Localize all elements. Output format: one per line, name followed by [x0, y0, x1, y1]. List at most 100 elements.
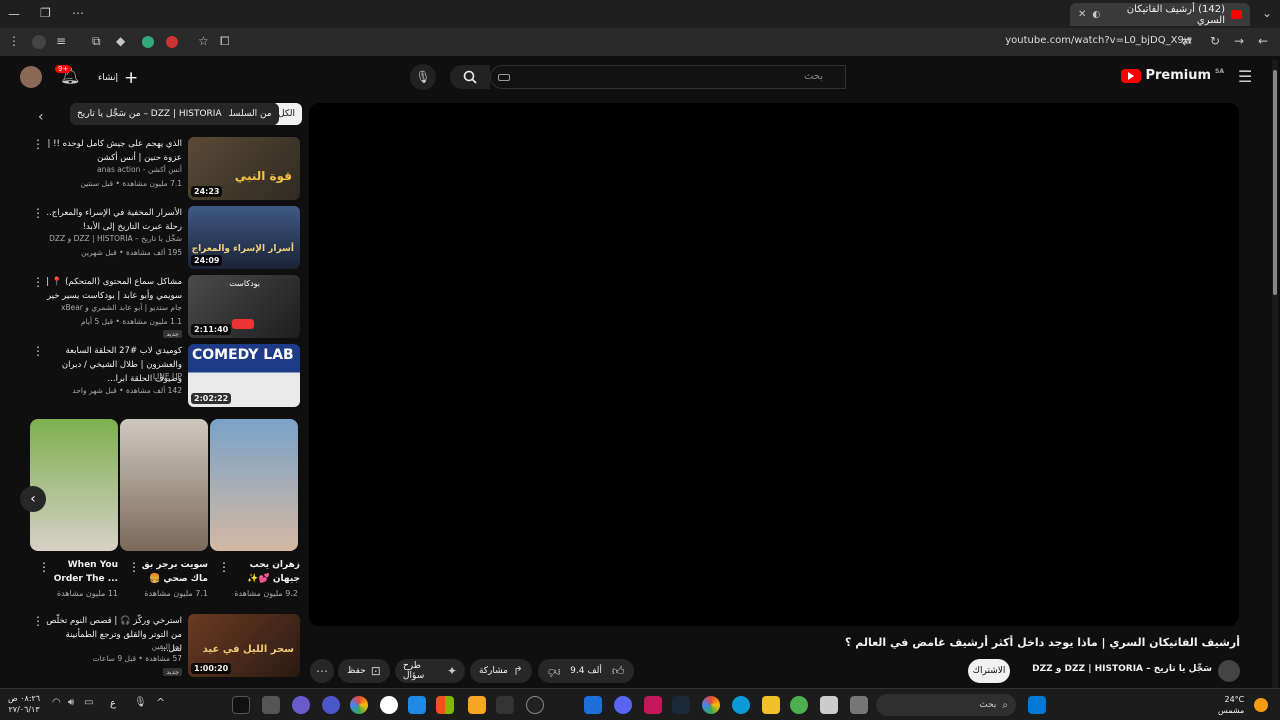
- battery-icon[interactable]: ▭: [84, 697, 93, 708]
- extension-red-icon[interactable]: [166, 36, 178, 48]
- video-thumbnail[interactable]: COMEDY LAB 2:02:22: [188, 344, 300, 407]
- chrome-icon-2[interactable]: [702, 696, 720, 714]
- more-icon[interactable]: ⋮: [32, 137, 44, 151]
- voice-search-button[interactable]: 🎙︎: [410, 64, 436, 90]
- tray-chevron-icon[interactable]: ^: [156, 696, 165, 709]
- app-bag-icon[interactable]: [820, 696, 838, 714]
- list-item[interactable]: قوة النبي 24:23 الذي يهجم على جيش كامل ل…: [20, 137, 300, 203]
- clock[interactable]: ٠٨:٢٦ ص ٢٧/٠٦/١٣: [8, 693, 40, 715]
- tab-search-icon[interactable]: ⌄: [1262, 6, 1272, 20]
- task-view-icon[interactable]: [850, 696, 868, 714]
- extensions-icon[interactable]: ⧉: [92, 34, 101, 49]
- app-circle-icon[interactable]: [526, 696, 544, 714]
- chips-back-icon[interactable]: ‹: [38, 109, 44, 125]
- more-icon[interactable]: ⋮: [38, 560, 50, 574]
- channel-name[interactable]: سَجِّل يا تاريخ – DZZ | HISTORIA و DZZ: [1026, 664, 1212, 674]
- list-item[interactable]: سحر الليل في عيد 1:00:20 استرخي وركّز 🎧 …: [20, 614, 300, 680]
- more-icon[interactable]: ⋮: [32, 275, 44, 289]
- more-icon[interactable]: ⋮: [32, 206, 44, 220]
- more-icon[interactable]: ⋮: [32, 344, 44, 358]
- forward-icon[interactable]: →: [1234, 34, 1244, 48]
- menu-dots-icon[interactable]: ⋮: [8, 34, 20, 48]
- like-count[interactable]: 9.4 ألف: [570, 666, 602, 676]
- avatar[interactable]: [20, 66, 42, 88]
- active-tab[interactable]: ✕ ◐ (142) أرشيف الفاتيكان السري: [1070, 3, 1250, 26]
- youtube-logo[interactable]: Premium SA: [1121, 68, 1224, 83]
- duration-badge: 24:09: [191, 255, 223, 266]
- search-icon: ⌕: [1002, 699, 1008, 711]
- more-actions-button[interactable]: ⋯: [310, 659, 334, 683]
- app-pink-icon[interactable]: [644, 696, 662, 714]
- list-item[interactable]: أسرار الإسراء والمعراج 24:09 الأسرار الم…: [20, 206, 300, 272]
- microsoft-store-icon[interactable]: [436, 696, 454, 714]
- extension-green-icon[interactable]: [142, 36, 154, 48]
- like-icon[interactable]: 👍︎: [612, 664, 625, 679]
- extension-diamond-icon[interactable]: ◆: [116, 34, 125, 48]
- video-thumbnail[interactable]: سحر الليل في عيد 1:00:20: [188, 614, 300, 677]
- bookmark-star-icon[interactable]: ☆: [198, 34, 209, 48]
- audio-icon[interactable]: ◐: [1092, 10, 1100, 20]
- create-label: إنشاء: [98, 73, 119, 83]
- file-explorer-icon[interactable]: [762, 696, 780, 714]
- video-thumbnail[interactable]: قوة النبي 24:23: [188, 137, 300, 200]
- app-blue-icon[interactable]: [408, 696, 426, 714]
- app-w-icon[interactable]: [380, 696, 398, 714]
- dislike-icon[interactable]: 👍︎: [548, 664, 561, 679]
- list-item[interactable]: COMEDY LAB 2:02:22 كوميدي لاب #27 الحلقة…: [20, 344, 300, 410]
- app-active-icon[interactable]: [790, 696, 808, 714]
- create-button[interactable]: إنشاء +: [98, 68, 138, 88]
- channel-avatar[interactable]: [1218, 660, 1240, 682]
- keyboard-icon[interactable]: [498, 74, 510, 81]
- app-f-icon[interactable]: [232, 696, 250, 714]
- profile-icon[interactable]: [32, 35, 46, 49]
- shorts-prev-button[interactable]: ‹: [20, 486, 46, 512]
- reload-icon[interactable]: ↻: [1210, 34, 1220, 48]
- site-settings-icon[interactable]: ⇄: [1182, 34, 1192, 48]
- app-orange-icon[interactable]: [468, 696, 486, 714]
- reading-list-icon[interactable]: ≡: [56, 34, 66, 48]
- language-indicator[interactable]: ع: [110, 698, 116, 709]
- back-icon[interactable]: ←: [1258, 34, 1268, 48]
- discord-icon[interactable]: [614, 696, 632, 714]
- share-page-icon[interactable]: ⧠: [220, 34, 230, 49]
- search-button[interactable]: [450, 65, 490, 89]
- more-icon[interactable]: ⋮: [218, 560, 230, 574]
- short-card[interactable]: [30, 419, 118, 551]
- search-input[interactable]: بحث: [490, 65, 846, 89]
- edge-icon[interactable]: [732, 696, 750, 714]
- save-button[interactable]: حفظ ⊡: [338, 659, 390, 683]
- epic-games-icon[interactable]: [496, 696, 514, 714]
- restore-icon[interactable]: ❐: [40, 6, 51, 20]
- chip-channel[interactable]: من سَجِّل يا تاريخ – DZZ | HISTORIA: [70, 103, 229, 125]
- more-icon[interactable]: ⋮: [32, 614, 44, 628]
- microphone-tray-icon[interactable]: 🎙︎: [134, 697, 147, 708]
- ask-button[interactable]: طرح سؤال ✦: [395, 659, 465, 683]
- more-icon[interactable]: ⋮: [128, 560, 140, 574]
- start-button-icon[interactable]: [1028, 696, 1046, 714]
- app-mail-icon[interactable]: [584, 696, 602, 714]
- more-icon[interactable]: ⋯: [72, 6, 84, 20]
- share-button[interactable]: مشاركة ↱: [470, 659, 532, 683]
- wifi-icon[interactable]: ◠: [52, 697, 61, 708]
- subscribe-button[interactable]: الاشتراك: [968, 659, 1010, 683]
- list-item[interactable]: بودكاست 2:11:40 مشاكل سماع المحتوى (المت…: [20, 275, 300, 341]
- close-tab-icon[interactable]: ✕: [1078, 9, 1086, 20]
- scrollbar-thumb[interactable]: [1273, 70, 1277, 295]
- clock-time: ٠٨:٢٦ ص: [8, 694, 41, 703]
- volume-icon[interactable]: 🔊︎: [68, 697, 74, 708]
- app-obs-icon[interactable]: [292, 696, 310, 714]
- app-cat-icon[interactable]: [262, 696, 280, 714]
- app-purple-icon[interactable]: [322, 696, 340, 714]
- taskbar-search[interactable]: بحث ⌕: [876, 694, 1016, 716]
- minimize-icon[interactable]: —: [8, 7, 20, 21]
- short-card[interactable]: [210, 419, 298, 551]
- weather-widget[interactable]: 24°C مشمس: [1218, 694, 1244, 716]
- video-thumbnail[interactable]: بودكاست 2:11:40: [188, 275, 300, 338]
- hamburger-menu-icon[interactable]: ☰: [1238, 67, 1252, 86]
- url-field[interactable]: youtube.com/watch?v=L0_bjDQ_X9w: [1005, 35, 1192, 46]
- video-player[interactable]: [309, 103, 1239, 626]
- video-thumbnail[interactable]: أسرار الإسراء والمعراج 24:09: [188, 206, 300, 269]
- short-card[interactable]: [120, 419, 208, 551]
- steam-icon[interactable]: [672, 696, 690, 714]
- chrome-icon[interactable]: [350, 696, 368, 714]
